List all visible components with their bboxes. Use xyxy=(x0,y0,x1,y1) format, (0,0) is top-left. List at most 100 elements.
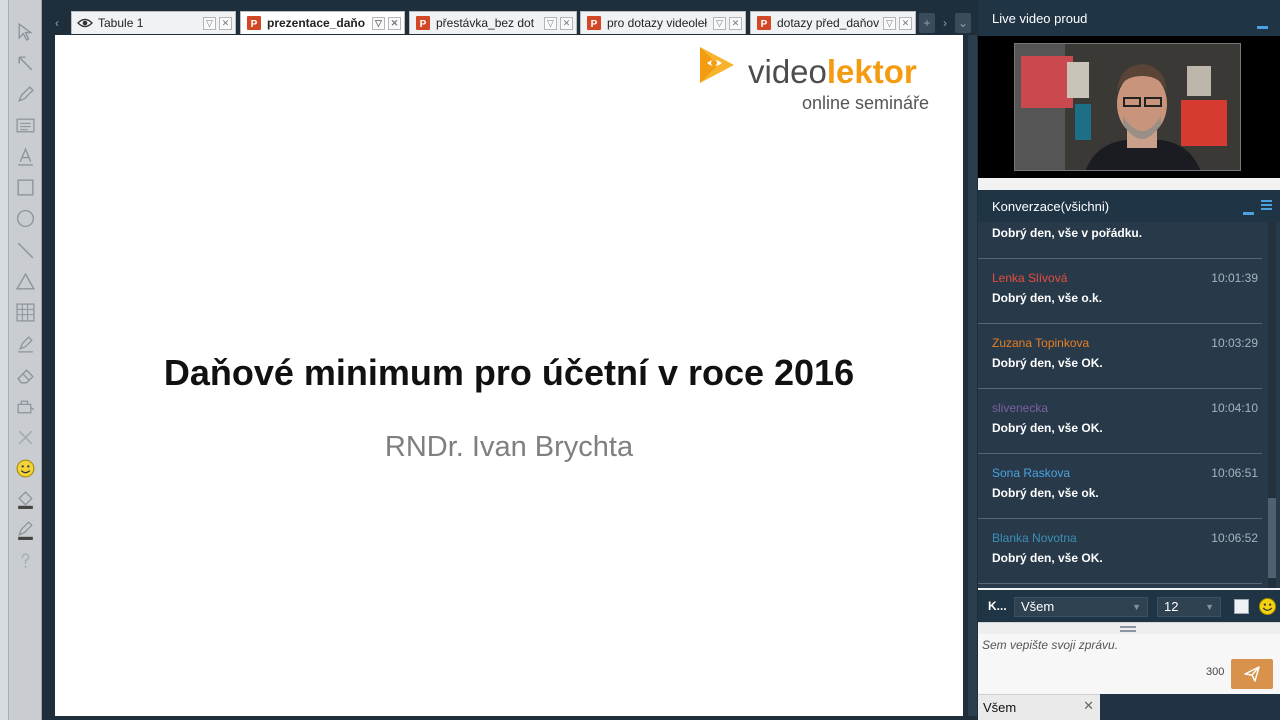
chat-panel-title: Konverzace(všichni) xyxy=(992,198,1110,214)
tab-prezentace[interactable]: P prezentace_daňo ▽ ✕ xyxy=(240,11,405,34)
message-author: Blanka Novotna xyxy=(992,531,1077,545)
tabs-next-arrow-icon[interactable]: › xyxy=(937,13,953,33)
smiley-tool-icon[interactable] xyxy=(12,455,39,482)
highlighter-tool-icon[interactable] xyxy=(12,330,39,357)
tab-dropdown-button[interactable]: ▽ xyxy=(713,16,726,30)
tab-tabule-1[interactable]: Tabule 1 ▽ ✕ xyxy=(71,11,236,34)
eye-icon xyxy=(77,15,93,31)
font-size-select[interactable]: 12 ▼ xyxy=(1157,597,1221,617)
eraser-tool-icon[interactable] xyxy=(12,362,39,389)
video-panel-title: Live video proud xyxy=(992,10,1088,26)
chat-controls-label: K... xyxy=(988,599,1007,613)
minimize-icon[interactable] xyxy=(1243,212,1254,215)
tab-dropdown-button[interactable]: ▽ xyxy=(372,16,385,30)
tab-dropdown-button[interactable]: ▽ xyxy=(203,16,216,30)
add-tab-button[interactable]: + xyxy=(919,13,935,33)
tab-dropdown-button[interactable]: ▽ xyxy=(544,16,557,30)
emoji-icon[interactable] xyxy=(1258,597,1277,616)
fill-tool-icon[interactable] xyxy=(12,393,39,420)
minimize-icon[interactable] xyxy=(1257,26,1268,29)
message-time: 10:01:39 xyxy=(1211,271,1258,285)
tab-close-button[interactable]: ✕ xyxy=(729,16,742,30)
tab-close-button[interactable]: ✕ xyxy=(560,16,573,30)
logo-tagline: online semináře xyxy=(802,93,930,113)
message-text: Dobrý den, vše OK. xyxy=(992,551,1103,565)
chevron-down-icon: ▼ xyxy=(1205,602,1214,612)
tab-close-button[interactable]: ✕ xyxy=(899,16,912,30)
app-window: ‹ Tabule 1 ▽ ✕ P prezentace_daňo ▽ ✕ P p… xyxy=(0,0,1280,720)
conversation-tabs: Všem ✕ xyxy=(978,694,1280,720)
ellipse-tool-icon[interactable] xyxy=(12,205,39,232)
select-tool-icon[interactable] xyxy=(12,18,39,45)
tab-label: dotazy před_daňov xyxy=(777,16,880,30)
message-author: Sona Raskova xyxy=(992,466,1071,480)
document-tab-bar: ‹ Tabule 1 ▽ ✕ P prezentace_daňo ▽ ✕ P p… xyxy=(42,8,978,34)
tab-label: prezentace_daňo xyxy=(267,16,366,30)
svg-text:P: P xyxy=(761,19,768,30)
recipient-value: Všem xyxy=(1021,599,1055,614)
chat-message: slivenecka 10:04:10 Dobrý den, vše OK. xyxy=(978,389,1262,454)
message-author: slivenecka xyxy=(992,401,1049,415)
table-tool-icon[interactable] xyxy=(12,299,39,326)
message-text: Dobrý den, vše ok. xyxy=(992,486,1099,500)
tabs-prev-arrow-icon[interactable]: ‹ xyxy=(49,13,65,33)
pencil-tool-icon[interactable] xyxy=(12,81,39,108)
arrow-tool-icon[interactable] xyxy=(12,50,39,77)
tab-dotazy-pred[interactable]: P dotazy před_daňov ▽ ✕ xyxy=(750,11,916,34)
chevron-down-icon: ▼ xyxy=(1132,602,1141,612)
chat-scrollbar-thumb[interactable] xyxy=(1268,498,1276,578)
slide-title: Daňové minimum pro účetní v roce 2016 xyxy=(163,352,855,393)
tab-label: přestávka_bez dot xyxy=(436,16,535,30)
message-text: Dobrý den, vše OK. xyxy=(992,356,1103,370)
powerpoint-icon: P xyxy=(756,15,772,31)
videolektor-logo: videolektor online semináře xyxy=(696,43,946,113)
svg-text:P: P xyxy=(591,19,598,30)
svg-text:P: P xyxy=(251,19,258,30)
tab-pro-dotazy[interactable]: P pro dotazy videoleł ▽ ✕ xyxy=(580,11,746,34)
chat-message: Lenka Slívová 10:01:39 Dobrý den, vše o.… xyxy=(978,259,1262,324)
pen-color-icon[interactable] xyxy=(12,517,39,544)
tab-dropdown-button[interactable]: ▽ xyxy=(883,16,896,30)
presentation-slide[interactable]: videolektor online semináře Daňové minim… xyxy=(55,35,963,716)
message-author: Zuzana Topinkova xyxy=(992,336,1090,350)
help-icon[interactable] xyxy=(12,548,39,575)
recipient-select[interactable]: Všem ▼ xyxy=(1014,597,1148,617)
chat-message: Sona Raskova 10:06:51 Dobrý den, vše ok. xyxy=(978,454,1262,519)
powerpoint-icon: P xyxy=(415,15,431,31)
right-panel: Live video proud Konverzace(všichni) Dob… xyxy=(978,0,1280,720)
tab-close-button[interactable]: ✕ xyxy=(388,16,401,30)
message-input-placeholder[interactable]: Sem vepište svoji zprávu. xyxy=(982,638,1118,652)
text-box-tool-icon[interactable] xyxy=(12,112,39,139)
message-text: Dobrý den, vše v pořádku. xyxy=(992,226,1143,240)
send-button[interactable] xyxy=(1231,659,1273,689)
paint-bucket-icon[interactable] xyxy=(12,486,39,513)
powerpoint-icon: P xyxy=(586,15,602,31)
slide-scrollbar[interactable] xyxy=(968,35,977,716)
tab-prestavka[interactable]: P přestávka_bez dot ▽ ✕ xyxy=(409,11,577,34)
video-stream[interactable] xyxy=(1014,43,1241,171)
tabs-overflow-button[interactable]: ⌄ xyxy=(955,13,971,33)
conversation-tab-vsem[interactable]: Všem ✕ xyxy=(978,694,1100,720)
tab-close-button[interactable]: ✕ xyxy=(219,16,232,30)
chat-message: Blanka Novotna 10:06:52 Dobrý den, vše O… xyxy=(978,519,1262,584)
message-compose-area[interactable]: Sem vepište svoji zprávu. 300 xyxy=(978,634,1280,694)
video-panel-header: Live video proud xyxy=(978,0,1280,36)
triangle-tool-icon[interactable] xyxy=(12,268,39,295)
delete-tool-icon[interactable] xyxy=(12,424,39,451)
message-time: 10:06:51 xyxy=(1211,466,1258,480)
close-icon[interactable]: ✕ xyxy=(1083,698,1094,714)
text-tool-icon[interactable] xyxy=(12,143,39,170)
color-checkbox[interactable] xyxy=(1234,599,1249,614)
font-size-value: 12 xyxy=(1164,599,1179,614)
left-edge-strip xyxy=(0,0,9,720)
presenter-video-icon xyxy=(1015,44,1240,170)
line-tool-icon[interactable] xyxy=(12,237,39,264)
tab-label: pro dotazy videoleł xyxy=(607,16,708,30)
chat-messages: Dobrý den, vše v pořádku. Lenka Slívová … xyxy=(978,222,1280,588)
rectangle-tool-icon[interactable] xyxy=(12,174,39,201)
hamburger-menu-icon[interactable] xyxy=(1261,200,1272,211)
grip-icon xyxy=(1120,626,1136,632)
powerpoint-icon: P xyxy=(246,15,262,31)
chat-message: Zuzana Topinkova 10:03:29 Dobrý den, vše… xyxy=(978,324,1262,389)
resize-handle[interactable] xyxy=(978,622,1280,634)
